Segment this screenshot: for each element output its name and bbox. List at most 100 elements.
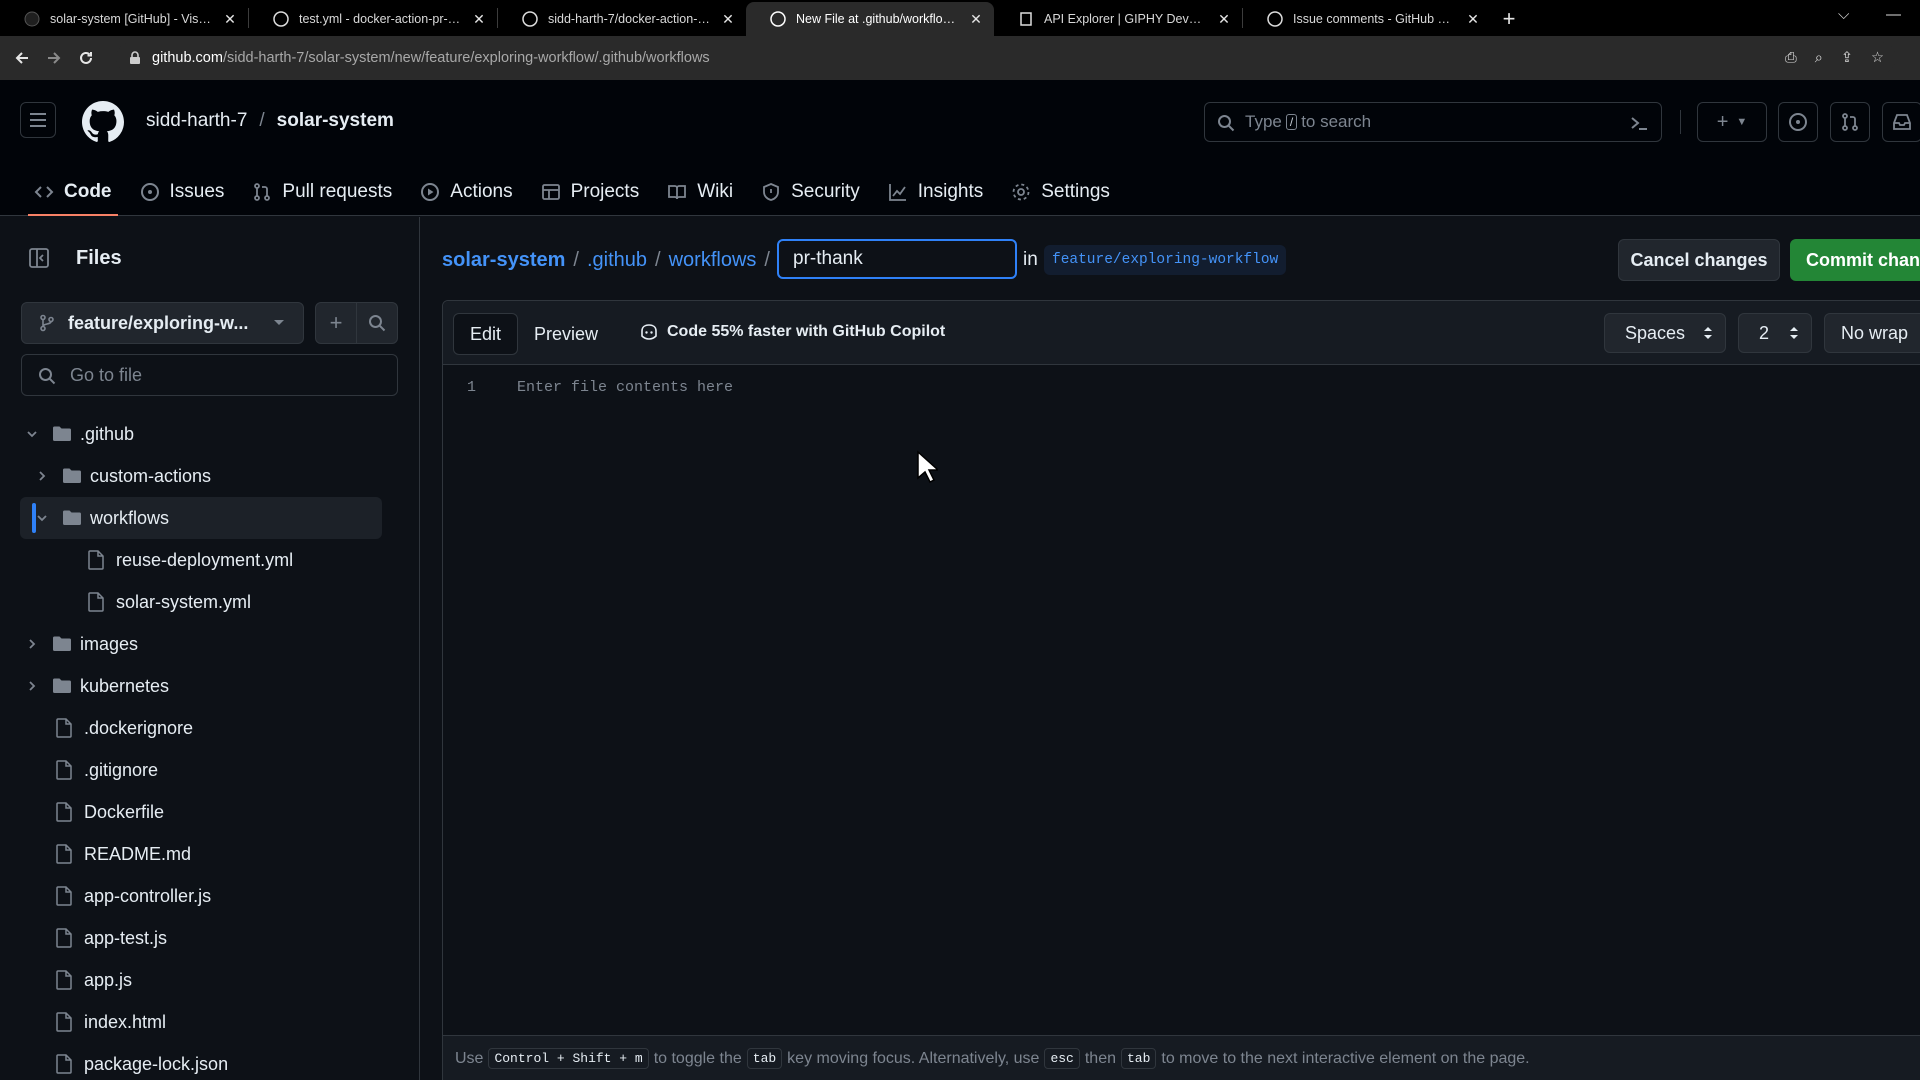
tab-search-icon[interactable]: ⌵ (1838, 6, 1849, 23)
tree-file[interactable]: app-controller.js (0, 875, 420, 917)
plus-icon: + (1716, 110, 1729, 133)
tab-pull-requests[interactable]: Pull requests (238, 168, 406, 216)
back-button[interactable] (6, 42, 38, 74)
tree-file[interactable]: README.md (0, 833, 420, 875)
tree-file[interactable]: solar-system.yml (0, 581, 420, 623)
create-new-button[interactable]: + ▼ (1697, 102, 1767, 142)
select-arrows-icon (1704, 327, 1712, 339)
copilot-promo-link[interactable]: Code 55% faster with GitHub Copilot (639, 323, 945, 341)
git-branch-icon (40, 314, 54, 332)
browser-tab-active[interactable]: New File at .github/workflows · s ✕ (746, 2, 994, 36)
wrap-mode-select[interactable]: No wrap (1824, 313, 1920, 353)
tab-projects[interactable]: Projects (527, 168, 654, 216)
repo-owner-link[interactable]: sidd-harth-7 (146, 110, 247, 132)
chevron-right-icon[interactable] (24, 638, 40, 650)
tab-preview[interactable]: Preview (518, 313, 614, 355)
issues-button[interactable] (1778, 102, 1818, 142)
new-tab-button[interactable]: + (1491, 2, 1527, 36)
browser-tab[interactable]: sidd-harth-7/docker-action-pr-g ✕ (498, 2, 746, 36)
tab-wiki[interactable]: Wiki (653, 168, 747, 216)
add-file-button[interactable]: + (316, 303, 357, 343)
chevron-down-icon[interactable] (34, 512, 50, 524)
tree-folder[interactable]: images (0, 623, 420, 665)
tree-file[interactable]: Dockerfile (0, 791, 420, 833)
tree-file[interactable]: .dockerignore (0, 707, 420, 749)
command-palette-icon[interactable] (1629, 113, 1649, 133)
github-icon (522, 11, 538, 27)
tab-issues[interactable]: Issues (126, 168, 239, 216)
lock-icon (130, 51, 140, 64)
zoom-icon[interactable]: ⌕ (1815, 50, 1823, 66)
close-icon[interactable]: ✕ (1465, 11, 1481, 28)
tree-folder[interactable]: workflows (20, 497, 382, 539)
forward-button[interactable] (38, 42, 70, 74)
breadcrumb-repo-link[interactable]: solar-system (442, 249, 565, 272)
go-to-file-input[interactable]: Go to file (21, 354, 398, 396)
close-icon[interactable]: ✕ (222, 11, 238, 28)
tab-actions[interactable]: Actions (406, 168, 526, 216)
code-input-area[interactable]: 1 Enter file contents here (443, 365, 1920, 1035)
breadcrumb-github-link[interactable]: .github (587, 249, 647, 272)
close-icon[interactable]: ✕ (720, 11, 736, 28)
browser-tab[interactable]: test.yml - docker-action-pr-giph ✕ (249, 2, 497, 36)
tab-title: test.yml - docker-action-pr-giph (299, 12, 461, 26)
search-input[interactable]: Type / to search (1204, 102, 1662, 142)
chevron-right-icon[interactable] (24, 680, 40, 692)
cancel-changes-button[interactable]: Cancel changes (1618, 239, 1780, 281)
close-icon[interactable]: ✕ (1216, 11, 1232, 28)
plus-icon: + (329, 310, 343, 335)
repo-name-link[interactable]: solar-system (277, 110, 394, 132)
browser-tab[interactable]: Issue comments - GitHub Docs ✕ (1243, 2, 1491, 36)
folder-icon (52, 635, 72, 653)
star-icon[interactable]: ☆ (1871, 50, 1884, 66)
tab-label: Issues (169, 181, 225, 202)
menu-button[interactable] (20, 102, 56, 138)
breadcrumb-workflows-link[interactable]: workflows (669, 249, 757, 272)
tab-security[interactable]: Security (747, 168, 874, 216)
tree-file[interactable]: index.html (0, 1001, 420, 1043)
browser-tab[interactable]: API Explorer | GIPHY Developers ✕ (994, 2, 1242, 36)
github-logo-icon[interactable] (82, 101, 124, 143)
chevron-right-icon[interactable] (34, 470, 50, 482)
tree-folder[interactable]: .github (0, 413, 420, 455)
filename-input[interactable] (777, 239, 1017, 279)
triangle-down-icon: ▼ (1736, 116, 1748, 128)
tab-label: Actions (450, 181, 513, 202)
indent-mode-value: Spaces (1625, 322, 1686, 343)
indent-size-select[interactable]: 2 (1738, 313, 1812, 353)
tab-edit[interactable]: Edit (453, 313, 519, 355)
tree-item-label: workflows (90, 507, 170, 528)
tree-file[interactable]: package-lock.json (0, 1043, 420, 1080)
tree-file[interactable]: .gitignore (0, 749, 420, 791)
tree-folder[interactable]: custom-actions (0, 455, 420, 497)
select-arrows-icon (1790, 327, 1798, 339)
tree-file[interactable]: app.js (0, 959, 420, 1001)
header-divider (1680, 110, 1681, 134)
url-bar[interactable]: github.com/sidd-harth-7/solar-system/new… (116, 42, 1896, 74)
collapse-sidebar-button[interactable] (20, 239, 58, 277)
tab-code[interactable]: Code (20, 168, 126, 216)
reload-button[interactable] (70, 42, 102, 74)
chevron-down-icon[interactable] (24, 428, 40, 440)
tree-file[interactable]: app-test.js (0, 917, 420, 959)
inbox-button[interactable] (1882, 102, 1920, 142)
tab-insights[interactable]: Insights (874, 168, 997, 216)
close-icon[interactable]: ✕ (471, 11, 487, 28)
tab-title: API Explorer | GIPHY Developers (1044, 12, 1206, 26)
share-icon[interactable]: ⇪ (1841, 50, 1853, 66)
tab-settings[interactable]: Settings (997, 168, 1124, 216)
folder-icon (62, 467, 82, 485)
minimize-icon[interactable]: — (1886, 6, 1901, 23)
pull-requests-button[interactable] (1830, 102, 1870, 142)
branch-selector[interactable]: feature/exploring-w... (21, 302, 304, 344)
repo-nav: Code Issues Pull requests Actions Projec… (0, 168, 1124, 216)
tree-file[interactable]: reuse-deployment.yml (0, 539, 420, 581)
indent-mode-select[interactable]: Spaces (1604, 313, 1726, 353)
github-header: sidd-harth-7 / solar-system Type / to se… (0, 80, 1920, 216)
commit-changes-button[interactable]: Commit changes... (1790, 239, 1920, 281)
browser-tab[interactable]: solar-system [GitHub] - Visual St ✕ (0, 2, 248, 36)
search-files-button[interactable] (357, 303, 397, 343)
tree-folder[interactable]: kubernetes (0, 665, 420, 707)
close-icon[interactable]: ✕ (968, 11, 984, 28)
install-app-icon[interactable]: ⎙ (1785, 50, 1797, 66)
